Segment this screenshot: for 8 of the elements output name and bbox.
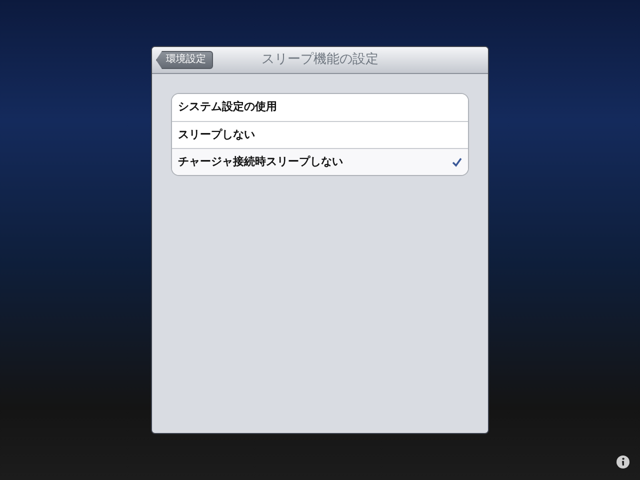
option-label: システム設定の使用: [178, 99, 277, 116]
navigation-title: スリープ機能の設定: [262, 51, 378, 70]
checkmark-icon: [452, 157, 462, 167]
option-label: スリープしない: [178, 126, 255, 143]
option-row[interactable]: チャージャ接続時スリープしない: [172, 148, 468, 175]
info-icon[interactable]: [616, 455, 630, 469]
back-button[interactable]: 環境設定: [156, 51, 213, 69]
option-label: チャージャ接続時スリープしない: [178, 154, 343, 170]
